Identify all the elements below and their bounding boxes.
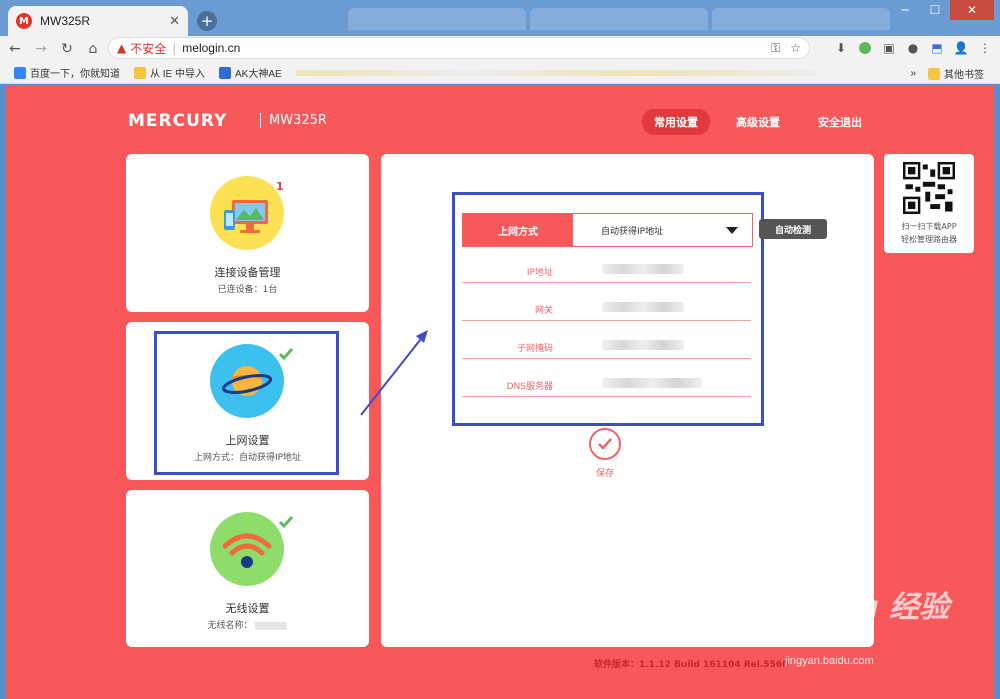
baidu-watermark-url: jingyan.baidu.com xyxy=(785,655,874,667)
baidu-watermark: Bai du 经验 xyxy=(772,590,950,625)
